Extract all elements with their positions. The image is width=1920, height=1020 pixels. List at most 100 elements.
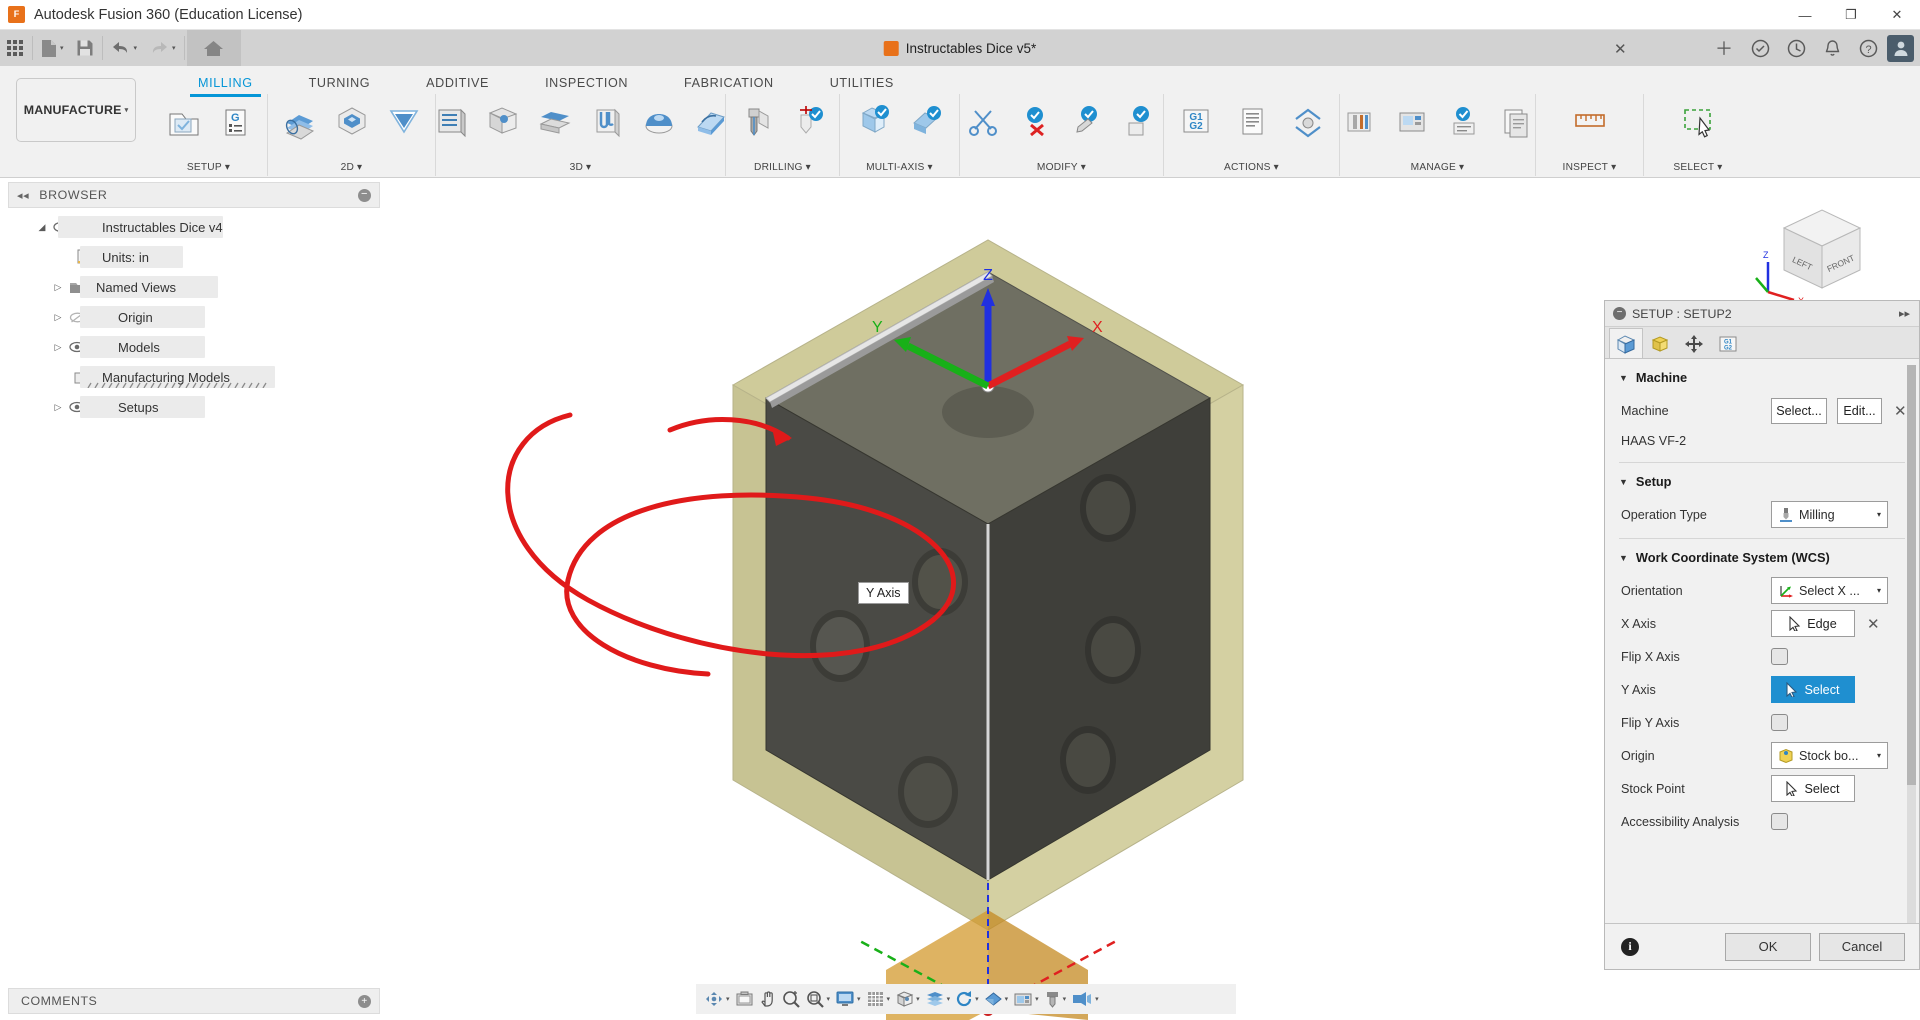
tab-gcode[interactable]: G1 G2 (1711, 328, 1745, 358)
tab-post-process[interactable] (1677, 328, 1711, 358)
flip-x-axis-checkbox[interactable] (1771, 648, 1788, 665)
orientation-dropdown[interactable]: Select X ... ▾ (1771, 577, 1888, 604)
ribbon-group-label-manage[interactable]: MANAGE ▾ (1411, 162, 1465, 176)
adaptive-clearing-icon[interactable] (426, 96, 476, 148)
tab-stock[interactable] (1643, 328, 1677, 358)
chevron-down-icon[interactable]: ▾ (1877, 586, 1881, 595)
y-axis-select-button[interactable]: Select (1771, 676, 1855, 703)
chevron-down-icon[interactable]: ▾ (1035, 995, 1039, 1003)
close-button[interactable]: ✕ (1874, 0, 1920, 30)
chevron-down-icon[interactable]: ▾ (172, 44, 176, 52)
avatar[interactable] (1887, 34, 1914, 62)
job-status-icon[interactable] (1779, 31, 1813, 65)
browser-collapse-icon[interactable]: ◂◂ (17, 189, 29, 202)
section-wcs[interactable]: ▼ Work Coordinate System (WCS) (1605, 539, 1919, 574)
ribbon-group-label-inspect[interactable]: INSPECT ▾ (1563, 162, 1617, 176)
tree-item-named-views[interactable]: ▷ Named Views (8, 272, 380, 302)
home-icon[interactable] (186, 30, 241, 66)
cancel-button[interactable]: Cancel (1819, 932, 1905, 961)
x-axis-select-button[interactable]: Edge (1771, 610, 1855, 637)
document-close-icon[interactable]: ✕ (1614, 40, 1627, 58)
help-icon[interactable]: ? (1851, 31, 1885, 65)
ribbon-group-label-2d[interactable]: 2D ▾ (341, 162, 363, 176)
stock-point-select-button[interactable]: Select (1771, 775, 1855, 802)
tab-setup[interactable] (1609, 328, 1643, 358)
browser-header[interactable]: ◂◂ BROWSER − (8, 182, 380, 208)
panel-scrollbar-thumb[interactable] (1907, 365, 1916, 785)
add-comment-icon[interactable]: + (358, 994, 371, 1008)
chevron-down-icon[interactable]: ▾ (726, 995, 730, 1003)
info-icon[interactable]: i (1621, 937, 1639, 956)
section-collapse-icon[interactable]: ▼ (1619, 373, 1628, 383)
app-grid-icon[interactable] (0, 30, 30, 66)
ribbon-group-label-actions[interactable]: ACTIONS ▾ (1224, 162, 1279, 176)
minimize-button[interactable]: — (1782, 0, 1828, 30)
ribbon-group-label-select[interactable]: SELECT ▾ (1673, 162, 1722, 176)
machine-edit-button[interactable]: Edit... (1837, 397, 1882, 424)
section-machine[interactable]: ▼ Machine (1605, 359, 1919, 394)
scallop-icon[interactable] (634, 96, 684, 148)
section-collapse-icon[interactable]: ▼ (1619, 477, 1628, 487)
chevron-down-icon[interactable]: ▾ (1877, 510, 1881, 519)
collapse-arrow-icon[interactable]: ▷ (50, 312, 66, 323)
expand-arrow-icon[interactable]: ◢ (34, 222, 50, 233)
collapse-arrow-icon[interactable]: ▷ (50, 282, 66, 293)
tree-item-units[interactable]: Units: in (8, 242, 380, 272)
chevron-down-icon[interactable]: ▾ (1095, 995, 1099, 1003)
chevron-down-icon[interactable]: ▾ (134, 44, 138, 52)
chevron-down-icon[interactable]: ▾ (60, 44, 64, 52)
select-icon[interactable] (1673, 96, 1723, 148)
pan-icon[interactable] (757, 986, 779, 1012)
setup-icon[interactable] (158, 96, 208, 148)
toolpath-settings-icon[interactable] (1115, 96, 1165, 148)
machine-library-icon[interactable] (1387, 96, 1437, 148)
machine-select-button[interactable]: Select... (1771, 397, 1827, 424)
section-setup[interactable]: ▼ Setup (1605, 463, 1919, 498)
add-tab-icon[interactable]: ＋ (1707, 31, 1741, 65)
operation-type-dropdown[interactable]: Milling ▾ (1771, 501, 1888, 528)
swarf-icon[interactable] (849, 96, 899, 148)
tree-item-manufacturing-models[interactable]: Manufacturing Models (8, 362, 380, 392)
new-file-icon[interactable]: ▾ (35, 30, 70, 66)
grid-snap-icon[interactable]: ▾ (864, 986, 893, 1012)
layers-icon[interactable]: ▾ (923, 986, 953, 1012)
view-cube[interactable]: LEFT FRONT Z X (1754, 200, 1872, 306)
notifications-bell-icon[interactable] (1815, 31, 1849, 65)
chevron-down-icon[interactable]: ▾ (857, 995, 861, 1003)
simulate-icon[interactable] (1281, 96, 1335, 148)
post-process-icon[interactable]: G1 G2 (1169, 96, 1223, 148)
tree-item-origin[interactable]: ▷ Origin (8, 302, 380, 332)
look-at-icon[interactable] (733, 986, 756, 1012)
display-settings-icon[interactable]: ▾ (833, 986, 863, 1012)
chevron-down-icon[interactable]: ▾ (947, 995, 951, 1003)
chevron-down-icon[interactable]: ▾ (887, 995, 891, 1003)
chevron-down-icon[interactable]: ▾ (1877, 751, 1881, 760)
pocket-2d-icon[interactable] (327, 96, 377, 148)
simulation-view-icon[interactable]: ▾ (1069, 986, 1101, 1012)
tool-library-icon[interactable] (1335, 96, 1385, 148)
parallel-icon[interactable] (582, 96, 632, 148)
refresh-icon[interactable]: ▾ (953, 986, 981, 1012)
collapse-dialog-icon[interactable]: − (1613, 307, 1626, 320)
multi-axis-contour-icon[interactable] (901, 96, 951, 148)
expand-dialog-icon[interactable]: ▸▸ (1899, 307, 1910, 320)
trim-icon[interactable] (959, 96, 1009, 148)
ribbon-group-label-setup[interactable]: SETUP ▾ (187, 162, 230, 176)
save-icon[interactable] (70, 30, 100, 66)
setup-dialog-header[interactable]: − SETUP : SETUP2 ▸▸ (1605, 301, 1919, 327)
zoom-window-icon[interactable]: ▾ (804, 986, 833, 1012)
drill-icon[interactable] (732, 96, 782, 148)
chevron-down-icon[interactable]: ▾ (827, 995, 831, 1003)
collapse-arrow-icon[interactable]: ▷ (50, 342, 66, 353)
document-tab[interactable]: Instructables Dice v5* (883, 30, 1036, 66)
file-status-icon[interactable] (1743, 31, 1777, 65)
machine-view-icon[interactable]: ▾ (1011, 986, 1041, 1012)
orbit-icon[interactable]: ▾ (702, 986, 732, 1012)
redo-icon[interactable]: ▾ (143, 30, 182, 66)
post-library-icon[interactable] (1491, 96, 1541, 148)
workspace-selector[interactable]: MANUFACTURE ▾ (16, 78, 136, 142)
origin-dropdown[interactable]: Stock bo... ▾ (1771, 742, 1888, 769)
ribbon-group-label-modify[interactable]: MODIFY ▾ (1037, 162, 1086, 176)
delete-toolpath-icon[interactable] (1011, 96, 1061, 148)
gcode-list-icon[interactable]: G (210, 96, 260, 148)
